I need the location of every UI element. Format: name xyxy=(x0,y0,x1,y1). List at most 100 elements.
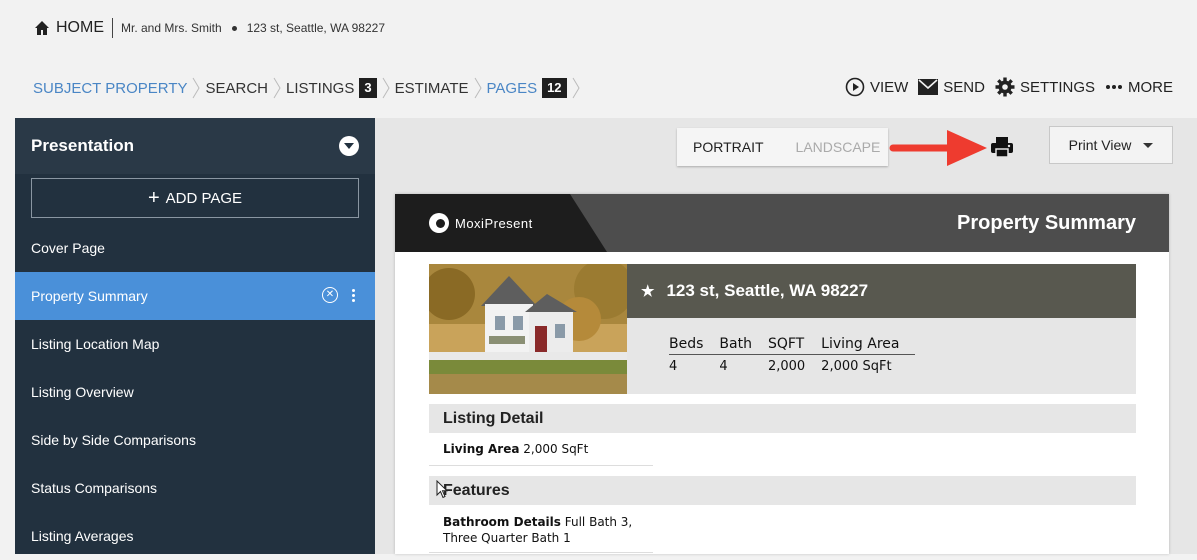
print-view-label: Print View xyxy=(1068,137,1132,153)
beds-value: 4 xyxy=(669,359,678,374)
chevron-right-icon xyxy=(382,77,390,99)
sidebar-item-cover-page[interactable]: Cover Page xyxy=(15,224,375,272)
chevron-down-icon xyxy=(344,143,354,149)
ellipsis-icon xyxy=(1106,85,1122,89)
pages-count-badge: 12 xyxy=(542,78,567,98)
living-area-header: Living Area xyxy=(821,334,916,355)
sidebar-item-label: Listing Overview xyxy=(31,384,134,400)
living-area-label: Living Area xyxy=(443,442,520,456)
home-row: HOME Mr. and Mrs. Smith 123 st, Seattle,… xyxy=(34,17,385,39)
chevron-right-icon xyxy=(193,77,201,99)
breadcrumb: SUBJECT PROPERTY SEARCH LISTINGS 3 ESTIMA… xyxy=(33,76,585,100)
preview-area: PORTRAIT LANDSCAPE Print View MoxiPresen… xyxy=(375,118,1197,554)
address-band: ★ 123 st, Seattle, WA 98227 xyxy=(627,264,1136,318)
divider xyxy=(429,465,653,466)
settings-button[interactable]: SETTINGS xyxy=(995,77,1095,97)
send-label: SEND xyxy=(943,78,985,96)
sidebar-item-label: Status Comparisons xyxy=(31,480,158,496)
living-area-detail: Living Area 2,000 SqFt xyxy=(443,442,588,456)
presentation-sidebar: Presentation + ADD PAGE Cover Page Prope… xyxy=(15,118,375,554)
sqft-value: 2,000 xyxy=(767,359,806,374)
landscape-option[interactable]: LANDSCAPE xyxy=(780,139,897,155)
bath-header: Bath xyxy=(719,334,768,355)
star-icon: ★ xyxy=(641,283,655,300)
settings-label: SETTINGS xyxy=(1019,78,1095,96)
stats-header-row: Beds Bath SQFT Living Area xyxy=(669,334,916,355)
sidebar-item-label: Cover Page xyxy=(31,240,105,256)
sqft-header: SQFT xyxy=(767,334,822,355)
add-page-label: ADD PAGE xyxy=(165,189,243,207)
collapse-toggle[interactable] xyxy=(339,136,359,156)
sidebar-item-label: Side by Side Comparisons xyxy=(31,432,196,448)
more-button[interactable]: MORE xyxy=(1105,79,1173,96)
crumb-estimate[interactable]: ESTIMATE xyxy=(395,80,469,97)
bathroom-label: Bathroom Details xyxy=(443,515,561,529)
crumb-pages[interactable]: PAGES 12 xyxy=(487,78,567,98)
plus-icon: + xyxy=(147,187,160,209)
divider xyxy=(112,18,113,38)
remove-page-icon[interactable]: ✕ xyxy=(322,287,338,303)
bathroom-detail: Bathroom Details Full Bath 3, Three Quar… xyxy=(443,514,632,546)
crumb-subject-property[interactable]: SUBJECT PROPERTY xyxy=(33,80,187,97)
crumb-search[interactable]: SEARCH xyxy=(205,80,268,97)
sidebar-item-listing-location-map[interactable]: Listing Location Map xyxy=(15,320,375,368)
sidebar-item-status-comparisons[interactable]: Status Comparisons xyxy=(15,464,375,512)
top-bar: HOME Mr. and Mrs. Smith 123 st, Seattle,… xyxy=(0,0,1197,118)
property-hero: ★ 123 st, Seattle, WA 98227 Beds Bath SQ… xyxy=(429,264,1136,394)
bath-value: 4 xyxy=(719,359,728,374)
stats-table: Beds Bath SQFT Living Area 4 4 2,000 2,0… xyxy=(669,334,916,379)
listings-count-badge: 3 xyxy=(359,78,377,98)
stats-value-row: 4 4 2,000 2,000 SqFt xyxy=(669,355,915,379)
sidebar-item-listing-overview[interactable]: Listing Overview xyxy=(15,368,375,416)
sidebar-item-label: Listing Location Map xyxy=(31,336,160,352)
view-button[interactable]: VIEW xyxy=(845,77,908,97)
page-list: Cover Page Property Summary ✕ Listing Lo… xyxy=(15,224,375,560)
sidebar-header: Presentation xyxy=(15,118,375,174)
client-address: 123 st, Seattle, WA 98227 xyxy=(246,21,385,35)
sidebar-title: Presentation xyxy=(31,136,134,155)
home-icon[interactable] xyxy=(34,20,50,36)
more-label: MORE xyxy=(1128,78,1173,96)
divider xyxy=(429,552,653,553)
orientation-toggle: PORTRAIT LANDSCAPE xyxy=(677,128,888,166)
chevron-right-icon xyxy=(572,77,580,99)
property-address: 123 st, Seattle, WA 98227 xyxy=(666,281,869,300)
crumb-label: PAGES xyxy=(486,79,538,97)
envelope-icon xyxy=(918,79,939,95)
send-button[interactable]: SEND xyxy=(918,79,985,96)
red-arrow-annotation xyxy=(889,130,987,166)
stats-panel: Beds Bath SQFT Living Area 4 4 2,000 2,0… xyxy=(627,318,1136,394)
print-view-dropdown[interactable]: Print View xyxy=(1049,126,1173,164)
gear-icon xyxy=(995,77,1015,97)
sidebar-item-label: Property Summary xyxy=(31,288,148,304)
moxi-logo-icon xyxy=(429,213,449,233)
page-title: Property Summary xyxy=(957,212,1136,234)
view-label: VIEW xyxy=(869,78,909,96)
bullet-dot xyxy=(231,25,237,31)
kebab-menu-icon[interactable] xyxy=(352,288,355,302)
chevron-right-icon xyxy=(474,77,482,99)
sidebar-item-property-summary[interactable]: Property Summary ✕ xyxy=(15,272,375,320)
crumb-label: SUBJECT PROPERTY xyxy=(33,79,188,97)
crumb-label: ESTIMATE xyxy=(394,79,469,97)
living-area-detail-value: 2,000 SqFt xyxy=(523,442,589,456)
brand-block: MoxiPresent xyxy=(395,194,607,252)
house-photo xyxy=(429,264,627,394)
bathroom-value-1: Full Bath 3, xyxy=(564,515,633,529)
sidebar-item-listing-averages[interactable]: Listing Averages xyxy=(15,512,375,560)
printer-icon[interactable] xyxy=(990,136,1014,158)
crumb-listings[interactable]: LISTINGS 3 xyxy=(286,78,377,98)
header-actions: VIEW SEND SETTINGS MORE xyxy=(835,76,1173,98)
portrait-option[interactable]: PORTRAIT xyxy=(677,139,780,155)
caret-down-icon xyxy=(1143,142,1154,148)
home-link[interactable]: HOME xyxy=(56,19,104,37)
features-heading: Features xyxy=(429,476,1136,505)
sidebar-item-side-by-side[interactable]: Side by Side Comparisons xyxy=(15,416,375,464)
beds-header: Beds xyxy=(669,334,720,355)
crumb-label: SEARCH xyxy=(205,79,268,97)
mouse-cursor-icon xyxy=(436,480,448,499)
add-page-button[interactable]: + ADD PAGE xyxy=(31,178,359,218)
play-circle-icon xyxy=(845,77,865,97)
page-preview: MoxiPresent Property Summary ★ 123 st, S… xyxy=(395,194,1169,554)
client-name: Mr. and Mrs. Smith xyxy=(121,21,222,35)
